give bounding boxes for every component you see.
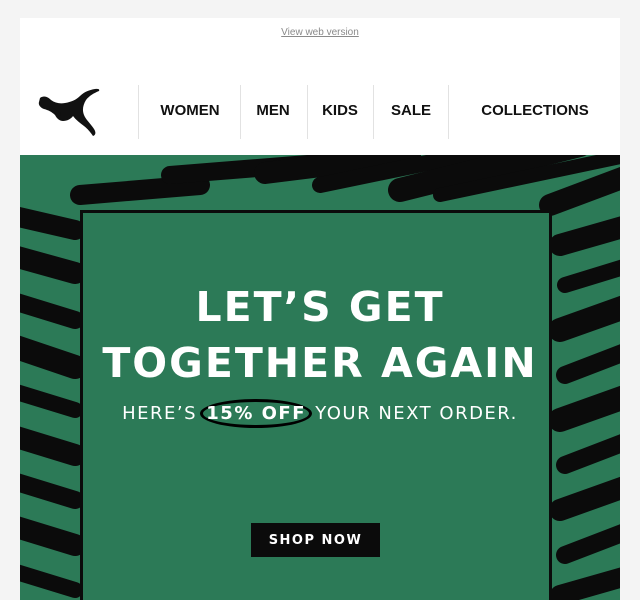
email-container: View web version WOMEN MEN KIDS SALE COL… <box>20 18 620 600</box>
nav-divider <box>448 85 449 139</box>
nav-item-women[interactable]: WOMEN <box>150 85 230 137</box>
nav-divider <box>307 85 308 139</box>
hero-subline: HERE’S 15% OFF YOUR NEXT ORDER. <box>20 399 620 428</box>
nav-divider <box>138 85 139 139</box>
hero-headline-line1: LET’S GET <box>195 283 445 331</box>
nav-item-sale[interactable]: SALE <box>382 85 440 137</box>
subline-prefix: HERE’S <box>122 403 198 424</box>
offer-text: 15% OFF <box>206 403 307 424</box>
puma-cat-logo-icon[interactable] <box>38 85 102 141</box>
offer-highlight: 15% OFF <box>200 399 313 428</box>
nav-item-men[interactable]: MEN <box>248 85 298 137</box>
subline-suffix: YOUR NEXT ORDER. <box>315 403 518 424</box>
header: WOMEN MEN KIDS SALE COLLECTIONS <box>20 78 620 154</box>
hero-banner[interactable]: LET’S GET TOGETHER AGAIN HERE’S 15% OFF … <box>20 155 620 600</box>
nav-item-collections[interactable]: COLLECTIONS <box>470 85 600 137</box>
nav-divider <box>240 85 241 139</box>
nav-divider <box>373 85 374 139</box>
nav-item-kids[interactable]: KIDS <box>314 85 366 137</box>
shop-now-button[interactable]: SHOP NOW <box>251 523 380 557</box>
view-web-version-link[interactable]: View web version <box>20 27 620 38</box>
hero-headline-line2: TOGETHER AGAIN <box>102 339 538 387</box>
